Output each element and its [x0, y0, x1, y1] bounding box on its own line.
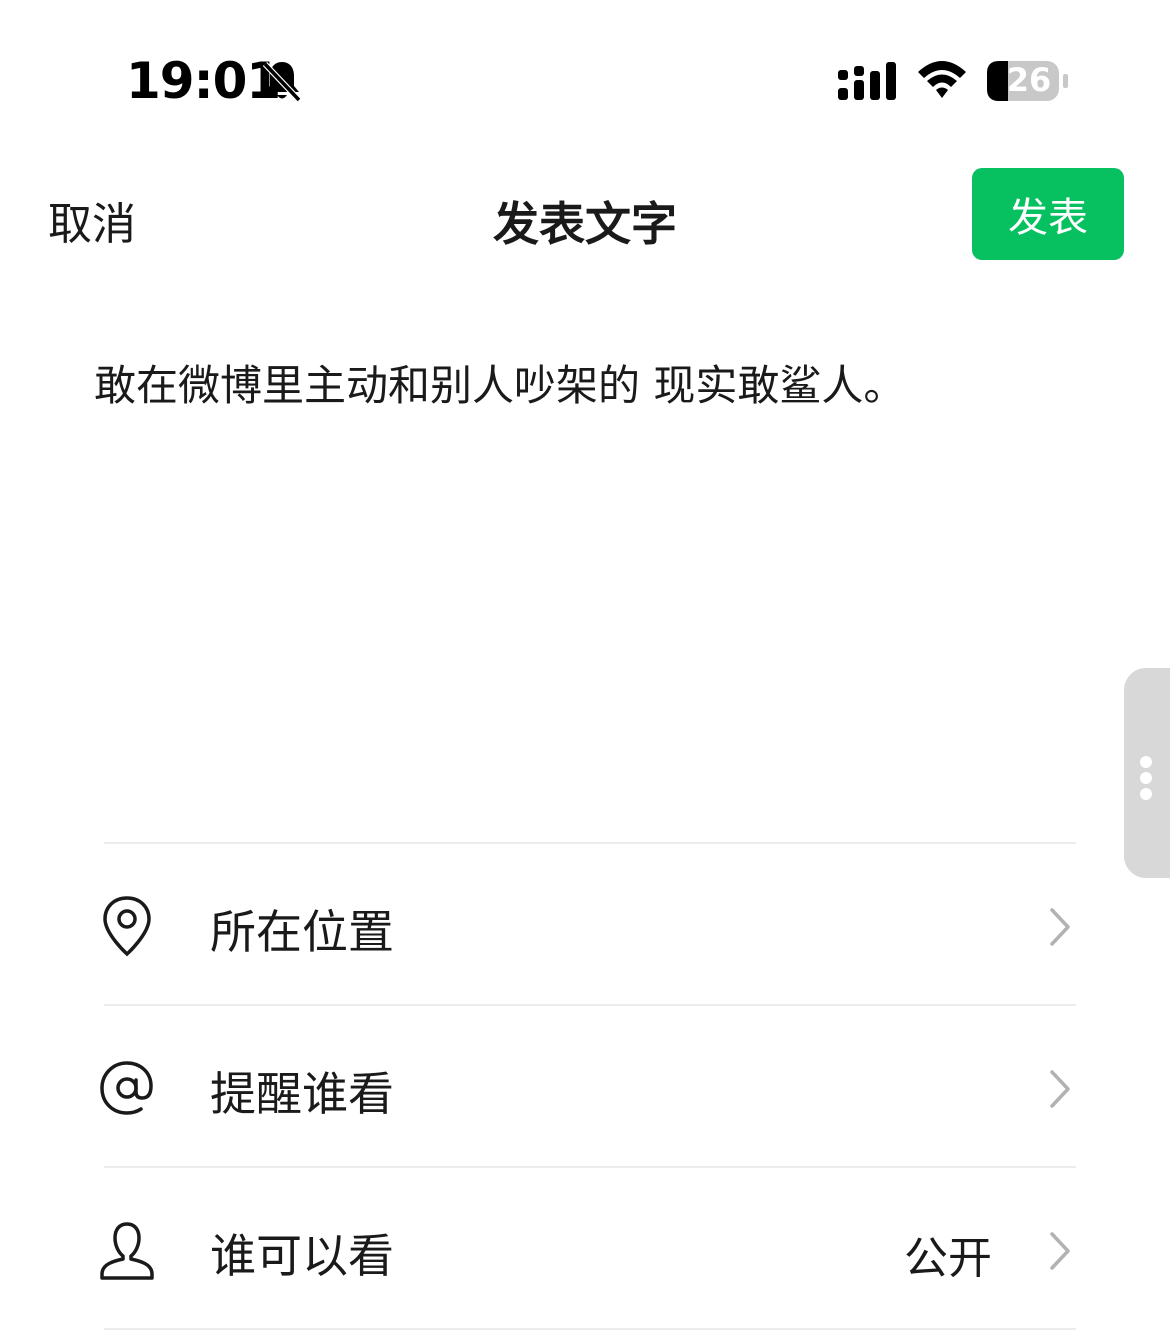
visibility-value: 公开 — [904, 1233, 992, 1284]
mention-row[interactable]: 提醒谁看 — [96, 1006, 1080, 1166]
person-icon — [100, 1222, 154, 1280]
location-row[interactable]: 所在位置 — [96, 844, 1080, 1004]
location-label: 所在位置 — [210, 905, 394, 959]
bell-muted-icon — [262, 61, 302, 103]
visibility-label: 谁可以看 — [210, 1229, 394, 1283]
cancel-button[interactable]: 取消 — [48, 188, 136, 252]
handle-dot — [1140, 756, 1152, 768]
chevron-right-icon — [1050, 1070, 1070, 1108]
signal-icon — [838, 62, 896, 100]
mention-label: 提醒谁看 — [210, 1067, 394, 1121]
visibility-row[interactable]: 谁可以看 公开 — [96, 1168, 1080, 1328]
location-pin-icon — [103, 896, 151, 957]
post-text-area[interactable]: 敢在微博里主动和别人吵架的 现实敢鲨人。 — [94, 356, 1074, 776]
battery-level: 26 — [1006, 61, 1052, 99]
wifi-icon — [918, 61, 966, 98]
nav-bar: 取消 发表文字 发表 — [0, 160, 1170, 270]
side-floating-handle[interactable] — [1124, 668, 1170, 878]
chevron-right-icon — [1050, 908, 1070, 946]
handle-dot — [1140, 788, 1152, 800]
status-bar: 19:01 26 — [0, 0, 1170, 160]
handle-dot — [1140, 772, 1152, 784]
at-sign-icon — [100, 1061, 153, 1115]
divider — [104, 1328, 1076, 1330]
publish-button[interactable]: 发表 — [972, 168, 1124, 260]
status-time: 19:01 — [126, 52, 281, 110]
chevron-right-icon — [1050, 1232, 1070, 1270]
